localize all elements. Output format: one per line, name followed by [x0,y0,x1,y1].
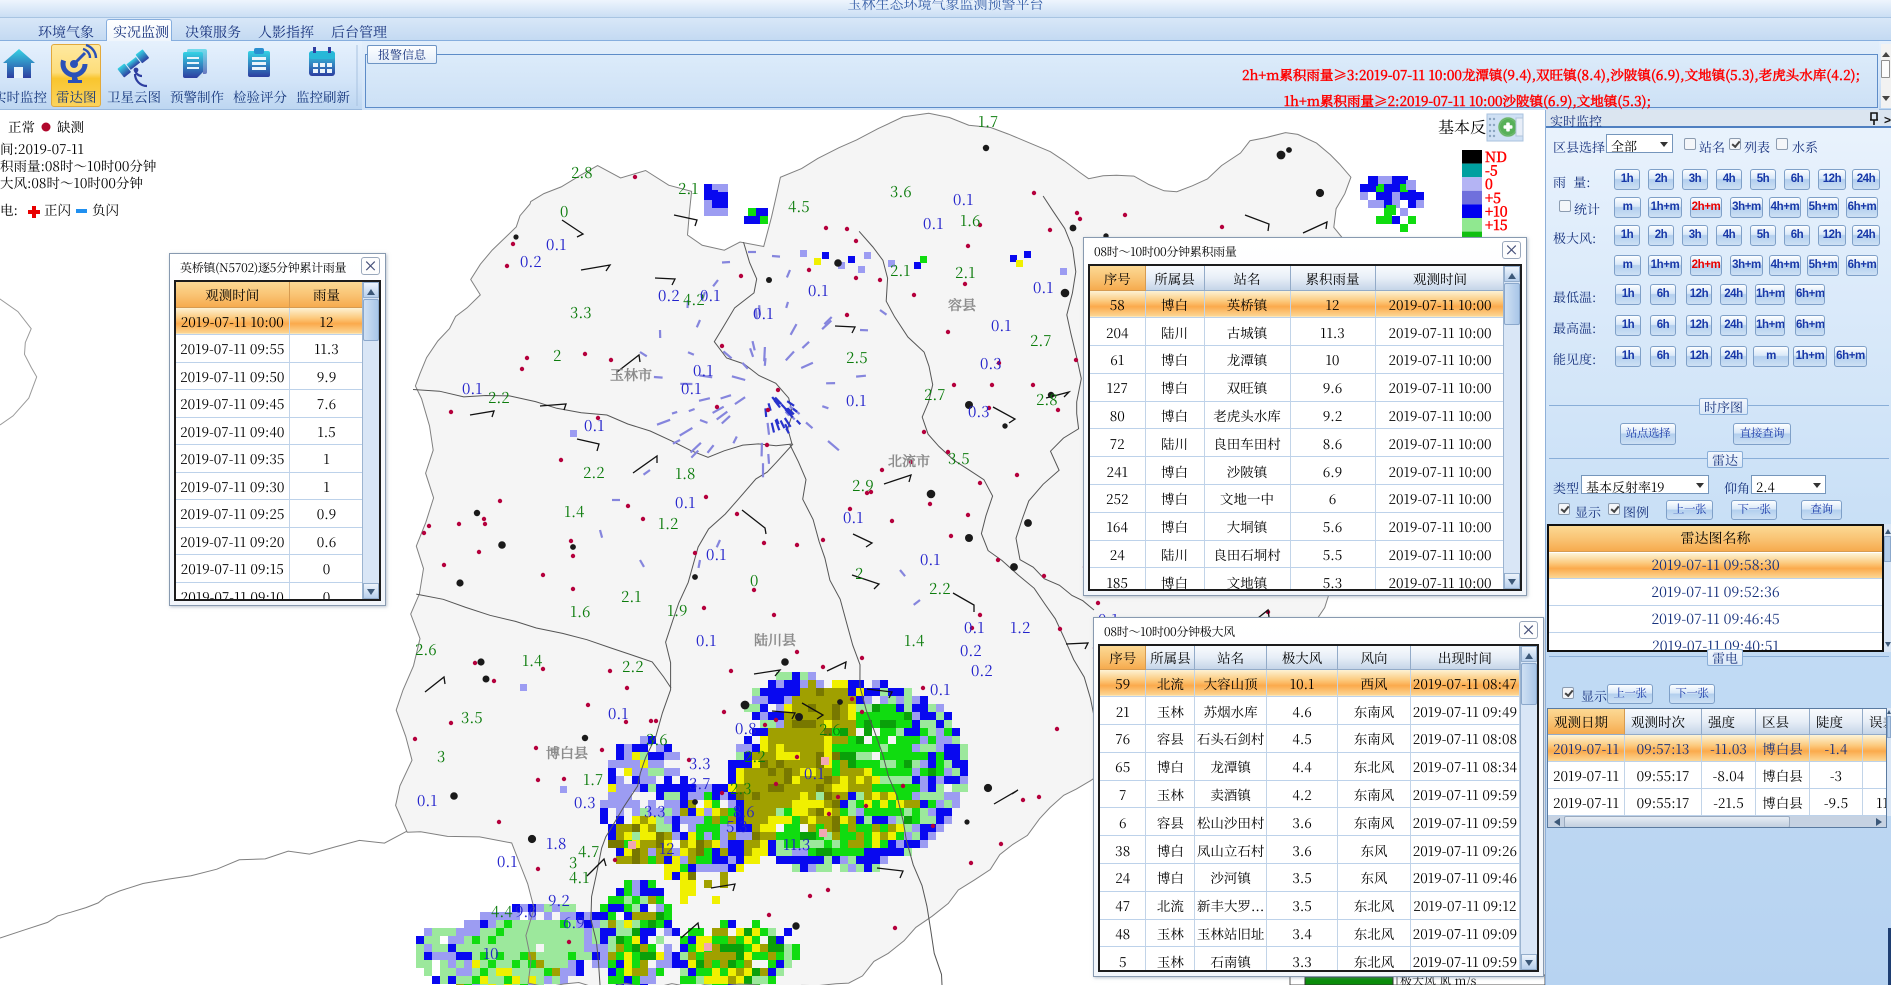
svg-text:0.2: 0.2 [960,640,982,661]
svg-text:0: 0 [560,201,568,222]
svg-text:2.3: 2.3 [730,778,752,799]
svg-text:0.1: 0.1 [930,679,950,700]
svg-text:0.1: 0.1 [417,790,437,811]
svg-text:1.8: 1.8 [546,833,566,854]
svg-text:1.6: 1.6 [570,601,590,622]
svg-text:11.3: 11.3 [783,834,810,855]
svg-text:0.3: 0.3 [574,792,596,813]
svg-text:1.4: 1.4 [522,650,542,671]
svg-text:1.6: 1.6 [960,210,980,231]
svg-text:正闪: 正闪 [44,199,71,219]
svg-text:0.1: 0.1 [964,617,984,638]
svg-text:2.6: 2.6 [415,639,437,660]
svg-text:0.1: 0.1 [696,630,716,651]
svg-text:1.4: 1.4 [904,630,924,651]
svg-text:0.3: 0.3 [980,353,1002,374]
svg-text:9.6: 9.6 [515,901,537,922]
svg-text:0.1: 0.1 [584,415,604,436]
svg-text:0.1: 0.1 [706,544,726,565]
svg-text:1.9: 1.9 [667,600,687,621]
svg-text:0.1: 0.1 [843,507,863,528]
svg-text:2.5: 2.5 [846,347,868,368]
svg-text:0.1: 0.1 [953,189,973,210]
svg-text:3.5: 3.5 [461,707,483,728]
svg-text:0.1: 0.1 [920,549,940,570]
svg-text:2.6: 2.6 [819,719,841,740]
svg-text:0.1: 0.1 [681,378,701,399]
svg-text:12: 12 [659,838,674,859]
svg-text:1.2: 1.2 [1010,617,1030,638]
svg-text:0.1: 0.1 [1033,277,1053,298]
svg-text:5.3: 5.3 [726,816,748,837]
svg-text:2.1: 2.1 [955,262,975,283]
svg-text:0.1: 0.1 [846,390,866,411]
svg-text:3.6: 3.6 [890,181,912,202]
svg-text:0.1: 0.1 [753,303,773,324]
svg-text:6.9: 6.9 [563,912,585,933]
svg-text:0.1: 0.1 [808,280,828,301]
svg-text:陆川县: 陆川县 [754,630,796,650]
svg-text:0.1: 0.1 [804,763,824,784]
svg-text:4.1: 4.1 [569,867,589,888]
svg-text:0.1: 0.1 [991,315,1011,336]
svg-text:3.3: 3.3 [689,753,711,774]
svg-text:3.3: 3.3 [644,801,666,822]
svg-text:2: 2 [553,345,561,366]
svg-text:9.2: 9.2 [548,890,570,911]
svg-text:2.8: 2.8 [571,162,593,183]
svg-text:4.5: 4.5 [788,196,810,217]
svg-text:1.7: 1.7 [978,111,998,132]
svg-text:0.1: 0.1 [462,378,482,399]
svg-text:负闪: 负闪 [92,199,119,219]
svg-text:+15: +15 [1485,215,1508,235]
svg-text:2.1: 2.1 [621,586,641,607]
svg-text:2.9: 2.9 [852,475,874,496]
svg-text:1.8: 1.8 [675,463,695,484]
svg-text:2.8: 2.8 [1036,389,1058,410]
svg-text:0: 0 [750,570,758,591]
svg-text:2.2: 2.2 [622,656,644,677]
svg-text:基本反: 基本反 [1438,115,1486,138]
svg-text:3.6: 3.6 [646,729,668,750]
svg-text:0.2: 0.2 [520,251,542,272]
svg-text:2.1: 2.1 [678,178,698,199]
svg-text:2.2: 2.2 [488,387,510,408]
svg-text:电:: 电: [0,199,18,219]
svg-text:3: 3 [437,746,445,767]
svg-text:1.7: 1.7 [583,769,603,790]
svg-text:2.1: 2.1 [890,260,910,281]
svg-text:3.7: 3.7 [689,773,711,794]
svg-text:0.1: 0.1 [700,285,720,306]
svg-text:0.3: 0.3 [968,401,990,422]
svg-text:博白县: 博白县 [546,743,588,763]
svg-text:3.5: 3.5 [948,448,970,469]
svg-text:0.1: 0.1 [546,234,566,255]
svg-text:正常: 正常 [8,116,35,136]
svg-text:1.2: 1.2 [658,513,678,534]
svg-text:0.1: 0.1 [675,492,695,513]
svg-text:大风:08时～10时00分钟: 大风:08时～10时00分钟 [0,172,143,192]
svg-text:1.4: 1.4 [564,501,584,522]
svg-text:3.3: 3.3 [570,302,592,323]
svg-text:0.1: 0.1 [608,703,628,724]
svg-text:2: 2 [855,563,863,584]
svg-text:0.2: 0.2 [658,285,680,306]
svg-text:缺测: 缺测 [57,116,84,136]
svg-text:北流市: 北流市 [888,451,930,471]
svg-text:2.7: 2.7 [924,384,946,405]
svg-text:2.2: 2.2 [583,462,605,483]
svg-text:10: 10 [483,943,498,964]
svg-text:4.7: 4.7 [578,841,599,862]
svg-text:0.1: 0.1 [497,851,517,872]
svg-text:玉林市: 玉林市 [610,365,652,385]
svg-text:2.2: 2.2 [744,746,766,767]
svg-text:0.8: 0.8 [735,718,757,739]
svg-text:4.4: 4.4 [491,901,513,922]
svg-text:0.1: 0.1 [923,213,943,234]
svg-text:0.2: 0.2 [971,660,993,681]
svg-text:2.7: 2.7 [1030,330,1052,351]
svg-text:容县: 容县 [948,295,976,315]
svg-text:2.2: 2.2 [929,578,951,599]
